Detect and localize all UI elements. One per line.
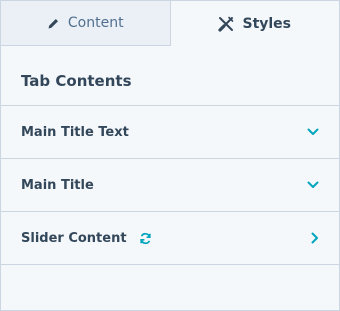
chevron-down-icon[interactable] xyxy=(307,181,319,189)
chevron-down-icon[interactable] xyxy=(307,128,319,136)
chevron-right-icon[interactable] xyxy=(311,232,319,244)
sync-icon xyxy=(139,232,152,245)
tab-content[interactable]: Content xyxy=(1,1,171,46)
row-label: Main Title xyxy=(21,177,94,193)
row-label-wrap: Slider Content xyxy=(21,231,311,246)
tab-styles[interactable]: Styles xyxy=(170,1,339,46)
tab-bar: Content Styles xyxy=(1,1,339,46)
row-main-title[interactable]: Main Title xyxy=(1,159,339,212)
editor-panel: Content Styles Tab Contents Main Title T… xyxy=(0,0,340,311)
pencil-icon xyxy=(47,17,60,30)
row-label: Slider Content xyxy=(21,230,127,246)
row-label: Main Title Text xyxy=(21,124,129,140)
row-slider-content[interactable]: Slider Content xyxy=(1,212,339,265)
tools-icon xyxy=(218,16,234,32)
tab-styles-label: Styles xyxy=(242,15,292,32)
section-title: Tab Contents xyxy=(1,46,339,106)
row-main-title-text[interactable]: Main Title Text xyxy=(1,106,339,159)
tab-content-label: Content xyxy=(67,15,124,31)
